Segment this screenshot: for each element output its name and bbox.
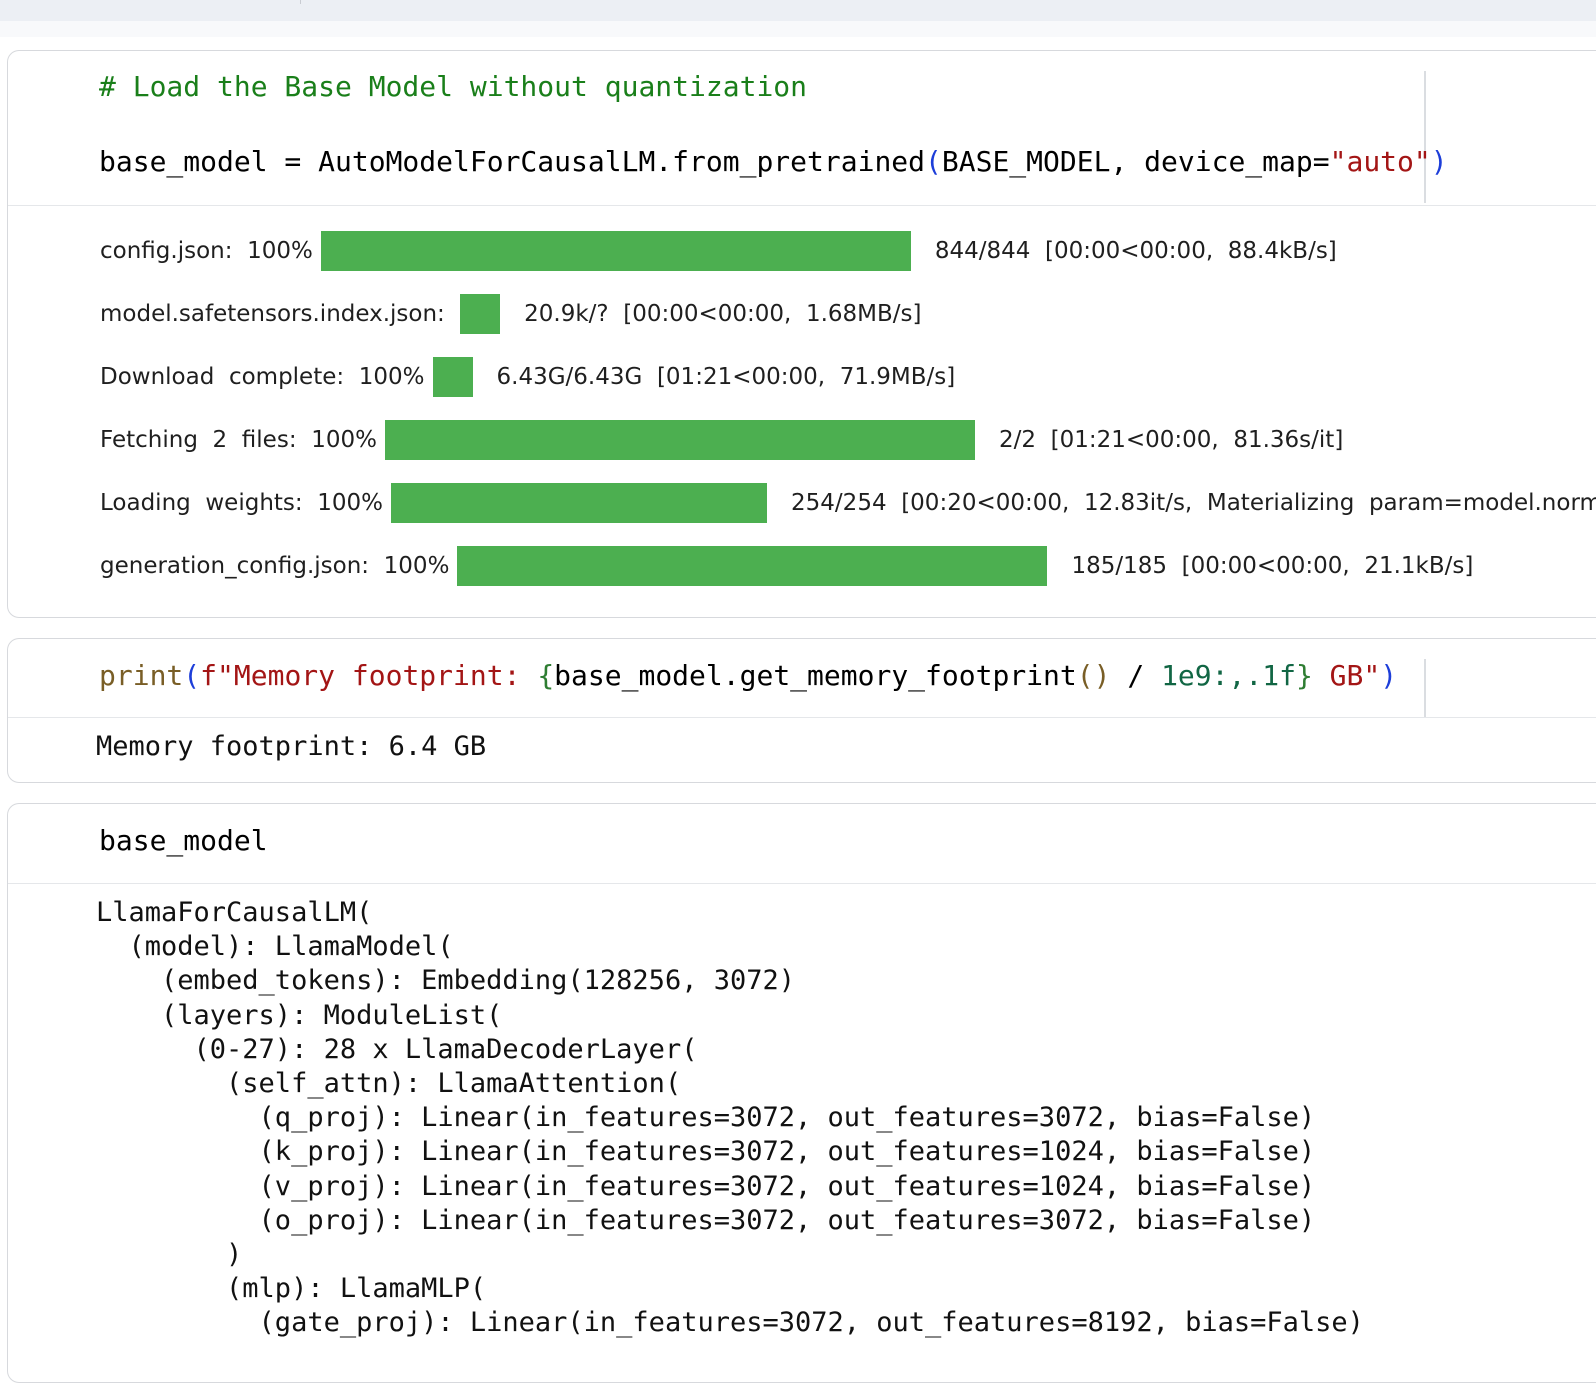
repr-line: (mlp): LlamaMLP( (96, 1273, 487, 1305)
progress-stats: 254/254 [00:20<00:00, 12.83it/s, Materia… (791, 490, 1596, 516)
editor-ruler (1424, 71, 1426, 203)
code-line-base-model[interactable]: base_model (99, 824, 268, 857)
repr-line: (o_proj): Linear(in_features=3072, out_f… (96, 1204, 1316, 1236)
code-line-print[interactable]: print(f"Memory footprint: {base_model.ge… (99, 659, 1397, 692)
progress-bar (457, 546, 1048, 586)
toolbar-shadow (0, 21, 1596, 37)
cell-input[interactable]: base_model (8, 804, 1596, 884)
progress-bar (391, 483, 768, 523)
repr-line: ) (96, 1238, 243, 1270)
repr-line: (q_proj): Linear(in_features=3072, out_f… (96, 1102, 1316, 1134)
fstring-end: GB" (1312, 659, 1381, 692)
progress-label: generation_config.json: 100% (100, 553, 450, 579)
progress-row: model.safetensors.index.json: 20.9k/? [0… (100, 294, 922, 334)
progress-row: Download complete: 100% 6.43G/6.43G [01:2… (100, 357, 955, 397)
fstring-expression: base_model.get_memory_footprint (554, 659, 1077, 692)
progress-bar (384, 420, 975, 460)
progress-label: Download complete: 100% (100, 364, 425, 390)
progress-row: Fetching 2 files: 100% 2/2 [01:21<00:00, … (100, 420, 1343, 460)
fstring-start: f"Memory footprint: (200, 659, 538, 692)
code-line-load[interactable]: base_model = AutoModelForCausalLM.from_p… (99, 145, 1448, 178)
number-literal: 1e9 (1161, 659, 1212, 692)
code-lhs: base_model = AutoModelForCausalLM.from_p… (99, 145, 926, 178)
fstring-brace-close: } (1295, 659, 1313, 692)
memory-output-text: Memory footprint: 6.4 GB (96, 731, 487, 762)
call-parens: () (1076, 659, 1111, 692)
repr-line: (layers): ModuleList( (96, 999, 503, 1031)
model-repr-output: LlamaForCausalLM( (model): LlamaModel( (… (96, 896, 1364, 1340)
progress-bar-fill (391, 483, 768, 523)
progress-bar-fill (460, 294, 501, 334)
repr-line: (model): LlamaModel( (96, 931, 454, 963)
progress-bar-fill (432, 357, 473, 397)
repr-line: (embed_tokens): Embedding(128256, 3072) (96, 965, 795, 997)
progress-label: config.json: 100% (100, 238, 313, 264)
code-cell-load-model[interactable]: # Load the Base Model without quantizati… (7, 50, 1596, 618)
toolbar-divider (300, 0, 301, 4)
progress-stats: 20.9k/? [00:00<00:00, 1.68MB/s] (524, 301, 922, 327)
cell-input[interactable]: print(f"Memory footprint: {base_model.ge… (8, 639, 1596, 718)
progress-bar-fill (384, 420, 975, 460)
progress-stats: 6.43G/6.43G [01:21<00:00, 71.9MB/s] (496, 364, 956, 390)
code-open-paren: ( (183, 659, 201, 692)
divide-operator: / (1110, 659, 1162, 692)
comment-text: # Load the Base Model without quantizati… (99, 70, 808, 103)
code-open-paren: ( (925, 145, 942, 178)
code-close-paren: ) (1430, 145, 1448, 178)
repr-line: (gate_proj): Linear(in_features=3072, ou… (96, 1307, 1364, 1339)
progress-bar (432, 357, 473, 397)
editor-ruler (1424, 659, 1426, 717)
progress-row: Loading weights: 100% 254/254 [00:20<00:0… (100, 483, 1596, 523)
progress-bar-fill (320, 231, 911, 271)
progress-stats: 185/185 [00:00<00:00, 21.1kB/s] (1071, 553, 1474, 579)
code-string-auto: "auto" (1329, 145, 1431, 178)
progress-label: Loading weights: 100% (100, 490, 384, 516)
progress-stats: 844/844 [00:00<00:00, 88.4kB/s] (934, 238, 1337, 264)
progress-label: Fetching 2 files: 100% (100, 427, 377, 453)
cell-input[interactable]: # Load the Base Model without quantizati… (8, 51, 1596, 206)
code-close-paren: ) (1380, 659, 1398, 692)
code-args: BASE_MODEL, device_map= (941, 145, 1330, 178)
print-builtin: print (99, 659, 184, 692)
repr-line: (k_proj): Linear(in_features=3072, out_f… (96, 1136, 1316, 1168)
progress-label: model.safetensors.index.json: (100, 301, 453, 327)
repr-line: (v_proj): Linear(in_features=3072, out_f… (96, 1170, 1316, 1202)
repr-line: (self_attn): LlamaAttention( (96, 1067, 682, 1099)
repr-line: (0-27): 28 x LlamaDecoderLayer( (96, 1033, 698, 1065)
fstring-brace-open: { (537, 659, 555, 692)
format-spec: :,.1f (1211, 659, 1296, 692)
progress-bar-fill (457, 546, 1048, 586)
progress-row: config.json: 100% 844/844 [00:00<00:00, 8… (100, 231, 1337, 271)
progress-row: generation_config.json: 100% 185/185 [00:… (100, 546, 1473, 586)
progress-stats: 2/2 [01:21<00:00, 81.36s/it] (998, 427, 1344, 453)
code-cell-memory-footprint[interactable]: print(f"Memory footprint: {base_model.ge… (7, 638, 1596, 783)
progress-bar (460, 294, 501, 334)
repr-line: LlamaForCausalLM( (96, 897, 373, 928)
code-cell-base-model[interactable]: base_model LlamaForCausalLM( (model): Ll… (7, 803, 1596, 1383)
progress-bar (320, 231, 911, 271)
notebook-toolbar (0, 0, 1596, 21)
code-comment-line[interactable]: # Load the Base Model without quantizati… (99, 70, 807, 103)
